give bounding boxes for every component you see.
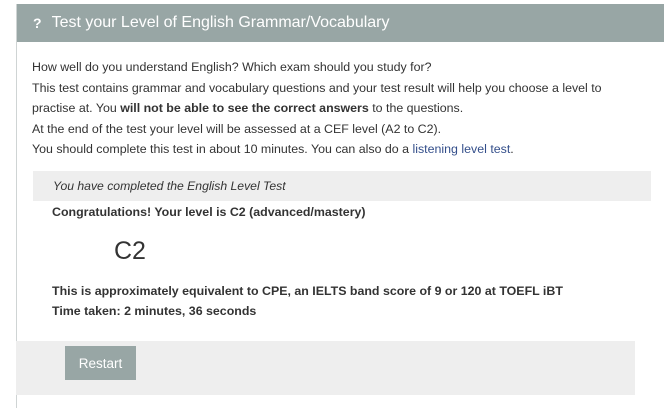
equivalence-text: This is approximately equivalent to CPE,… <box>52 283 563 298</box>
equivalence-info: This is approximately equivalent to CPE,… <box>52 281 664 321</box>
no-answers-warning: will not be able to see the correct answ… <box>120 101 369 115</box>
question-mark-icon: ? <box>33 15 42 31</box>
listening-level-test-link[interactable]: listening level test <box>412 142 510 156</box>
time-taken: Time taken: 2 minutes, 36 seconds <box>52 303 257 318</box>
level-result: C2 <box>114 236 146 265</box>
intro-text: How well do you understand English? Whic… <box>17 42 664 160</box>
panel-title: Test your Level of English Grammar/Vocab… <box>51 14 390 31</box>
intro-line-5-start: You should complete this test in about 1… <box>32 142 413 156</box>
intro-line-5: You should complete this test in about 1… <box>32 139 648 160</box>
intro-line-1: How well do you understand English? Whic… <box>32 60 432 74</box>
congratulations-text: Congratulations! Your level is C2 (advan… <box>52 204 366 219</box>
intro-line-5-end: . <box>510 142 514 156</box>
restart-button[interactable]: Restart <box>65 346 136 380</box>
completed-banner: You have completed the English Level Tes… <box>33 170 651 201</box>
intro-line-3-start: practise at. You <box>32 101 121 115</box>
restart-area: Restart <box>16 341 635 395</box>
intro-line-4: At the end of the test your level will b… <box>32 121 442 136</box>
panel-header: ? Test your Level of English Grammar/Voc… <box>17 4 664 42</box>
intro-line-2: This test contains grammar and vocabular… <box>32 80 602 95</box>
intro-line-3: practise at. You will not be able to see… <box>32 98 648 119</box>
intro-line-3-end: to the questions. <box>368 101 464 115</box>
